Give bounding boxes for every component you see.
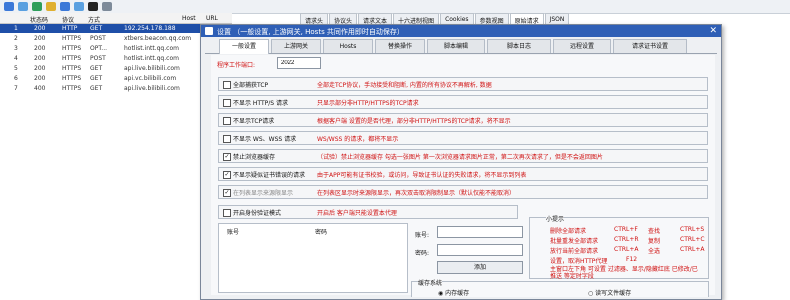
checkbox[interactable] (223, 135, 231, 143)
tips-title: 小提示 (546, 214, 565, 223)
tab-script-edit[interactable]: 脚本编辑 (427, 39, 485, 53)
arrow-icon[interactable] (18, 2, 28, 11)
table-row[interactable]: 5 200 HTTPS GET api.live.bilibili.com (0, 64, 232, 73)
option-show-source[interactable]: ✓ 在列表显示来源限显示 在列表区显示时来源限显示，再次双击取消限制显示（默认仅… (218, 185, 708, 199)
wrench-icon[interactable] (4, 2, 14, 11)
tab-upstream[interactable]: 上游网关 (271, 39, 321, 53)
cache-memory-radio[interactable]: ◉ 内存缓存 (438, 288, 469, 297)
table-row[interactable]: 1 200 HTTP GET 192.254.178.188 (0, 24, 232, 33)
port-label: 程序工作端口: (217, 62, 256, 69)
option-hide-ws[interactable]: 不显示 WS、WSS 请求 WS/WSS 的请求，都将不显示 (218, 131, 708, 145)
general-panel: 程序工作端口: 全部捕获TCP 全部走TCP协议，手动接受和阻断, 内置的所有协… (211, 55, 715, 297)
password-label: 密码: (415, 250, 430, 257)
option-hide-cert-errors[interactable]: ✓ 不显示疑似证书错误的请求 由于APP可能有证书校验，或访问，导致证书认证的失… (218, 167, 708, 181)
account-input[interactable] (437, 226, 523, 238)
pointer-icon[interactable] (46, 2, 56, 11)
add-account-button[interactable]: 添加 (437, 261, 523, 274)
account-label: 账号: (415, 232, 430, 239)
tips-note: 主窗口左下角 可设置 过滤器、显示/隐藏红底 已修改/已推送 等定时字段 (550, 266, 698, 280)
settings-dialog: 设置 （一般设置, 上游网关, Hosts 共同作用即时自动保存） ✕ 一般设置… (200, 24, 722, 300)
dialog-titlebar[interactable]: 设置 （一般设置, 上游网关, Hosts 共同作用即时自动保存） ✕ (201, 25, 721, 37)
option-disable-cache[interactable]: ✓ 禁止浏览器缓存 （试验）禁止浏览器缓存 勾选一张图片 第一次浏览器请求图片正… (218, 149, 708, 163)
col-password: 密码 (315, 229, 328, 236)
image-icon[interactable] (74, 2, 84, 11)
option-auth-mode[interactable]: 开启身份验证模式 开启后 客户端只能设置本代理 (218, 205, 518, 219)
option-capture-tcp[interactable]: 全部捕获TCP 全部走TCP协议，手动接受和阻断, 内置的所有协议不再解析, 数… (218, 77, 708, 91)
checkbox[interactable]: ✓ (223, 171, 231, 179)
tab-script-log[interactable]: 脚本日志 (487, 39, 551, 53)
checkbox[interactable] (223, 117, 231, 125)
col-method[interactable]: 方式 (88, 15, 100, 24)
port-input[interactable] (277, 57, 321, 69)
table-row[interactable]: 3 200 HTTPS OPT... hotlist.intt.qq.com (0, 44, 232, 53)
col-account: 账号 (227, 229, 240, 236)
tips-panel: 小提示 删除全部请求 CTRL+F 查找 CTRL+S 批量重发全部请求 CTR… (529, 214, 709, 280)
swap-icon[interactable] (32, 2, 42, 11)
table-row[interactable]: 7 400 HTTPS GET api.live.bilibili.com (0, 84, 232, 93)
refresh-icon[interactable] (60, 2, 70, 11)
tab-hosts[interactable]: Hosts (323, 39, 373, 53)
checkbox[interactable] (223, 81, 231, 89)
tab-cert[interactable]: 请求证书设置 (613, 39, 687, 53)
cache-panel: 缓存系统 ◉ 内存缓存 ○ 读写文件缓存 (411, 278, 709, 297)
tab-general[interactable]: 一般设置 (219, 39, 269, 54)
terminal-icon[interactable] (88, 2, 98, 11)
dialog-title: 设置 （一般设置, 上游网关, Hosts 共同作用即时自动保存） (217, 28, 404, 36)
option-hide-https[interactable]: 不显示 HTTP/S 请求 只显示部分非HTTP/HTTPS的TCP请求 (218, 95, 708, 109)
checkbox[interactable]: ✓ (223, 189, 231, 197)
cache-file-radio[interactable]: ○ 读写文件缓存 (588, 288, 631, 297)
table-row[interactable]: 6 200 HTTPS GET api.vc.bilibili.com (0, 74, 232, 83)
table-row[interactable]: 4 200 HTTPS POST hotlist.intt.qq.com (0, 54, 232, 63)
col-url[interactable]: URL (206, 15, 218, 22)
search-icon[interactable] (102, 2, 112, 11)
settings-icon (205, 27, 213, 35)
password-input[interactable] (437, 244, 523, 256)
table-row[interactable]: 2 200 HTTPS POST xtbers.beacon.qq.com (0, 34, 232, 43)
tab-remote[interactable]: 远程设置 (553, 39, 611, 53)
close-icon[interactable]: ✕ (709, 26, 717, 36)
request-list-header: 状态码 协议 方式 Host URL (0, 13, 232, 24)
tab-replace[interactable]: 替换操作 (375, 39, 425, 53)
cache-title: 缓存系统 (418, 278, 443, 287)
settings-tabs: 一般设置 上游网关 Hosts 替换操作 脚本编辑 脚本日志 远程设置 请求证书… (205, 39, 717, 54)
accounts-list[interactable]: 账号 密码 (218, 223, 408, 293)
request-list: 状态码 协议 方式 Host URL 1 200 HTTP GET 192.25… (0, 13, 232, 298)
main-toolbar (0, 0, 790, 14)
checkbox[interactable] (223, 209, 231, 217)
option-hide-tcp[interactable]: 不显示TCP请求 根据客户端 设置的是否代理，部分非HTTP/HTTPS的TCP… (218, 113, 708, 127)
checkbox[interactable]: ✓ (223, 153, 231, 161)
col-status[interactable]: 状态码 (30, 15, 48, 24)
col-host[interactable]: Host (182, 15, 196, 22)
checkbox[interactable] (223, 99, 231, 107)
col-protocol[interactable]: 协议 (62, 15, 74, 24)
